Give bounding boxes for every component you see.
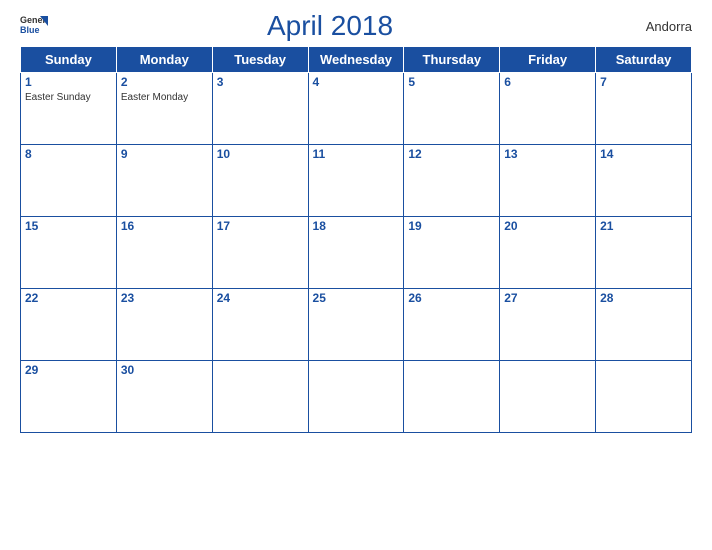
calendar-cell: 10 [212, 145, 308, 217]
calendar-cell: 1 Easter Sunday [21, 73, 117, 145]
day-number: 2 [121, 75, 208, 89]
svg-text:Blue: Blue [20, 25, 40, 35]
day-number: 7 [600, 75, 687, 89]
col-header-thursday: Thursday [404, 47, 500, 73]
calendar-cell [596, 361, 692, 433]
col-header-monday: Monday [116, 47, 212, 73]
day-number: 3 [217, 75, 304, 89]
calendar-cell: 4 [308, 73, 404, 145]
day-number: 13 [504, 147, 591, 161]
day-number: 16 [121, 219, 208, 233]
day-number: 5 [408, 75, 495, 89]
day-number: 9 [121, 147, 208, 161]
calendar-cell: 3 [212, 73, 308, 145]
day-number: 18 [313, 219, 400, 233]
calendar-cell: 12 [404, 145, 500, 217]
calendar-cell: 30 [116, 361, 212, 433]
calendar-cell: 26 [404, 289, 500, 361]
calendar-cell: 21 [596, 217, 692, 289]
logo-icon: General Blue [20, 12, 48, 40]
calendar-cell: 13 [500, 145, 596, 217]
holiday-label: Easter Monday [121, 91, 208, 104]
col-header-wednesday: Wednesday [308, 47, 404, 73]
calendar-cell: 14 [596, 145, 692, 217]
calendar-cell: 5 [404, 73, 500, 145]
calendar-cell [308, 361, 404, 433]
calendar-cell: 2 Easter Monday [116, 73, 212, 145]
calendar-cell [500, 361, 596, 433]
day-number: 29 [25, 363, 112, 377]
calendar-cell: 24 [212, 289, 308, 361]
calendar-cell: 8 [21, 145, 117, 217]
day-number: 12 [408, 147, 495, 161]
col-header-tuesday: Tuesday [212, 47, 308, 73]
calendar-week-3: 15 16 17 18 19 20 21 [21, 217, 692, 289]
day-number: 26 [408, 291, 495, 305]
day-number: 4 [313, 75, 400, 89]
day-number: 14 [600, 147, 687, 161]
day-number: 25 [313, 291, 400, 305]
day-number: 22 [25, 291, 112, 305]
calendar-cell: 28 [596, 289, 692, 361]
calendar-cell: 19 [404, 217, 500, 289]
day-number: 8 [25, 147, 112, 161]
day-number: 6 [504, 75, 591, 89]
col-header-saturday: Saturday [596, 47, 692, 73]
calendar-cell: 7 [596, 73, 692, 145]
day-number: 30 [121, 363, 208, 377]
calendar-cell: 11 [308, 145, 404, 217]
calendar-week-2: 89 10 11 12 13 14 [21, 145, 692, 217]
calendar-cell [404, 361, 500, 433]
calendar-cell: 15 [21, 217, 117, 289]
day-number: 17 [217, 219, 304, 233]
day-number: 10 [217, 147, 304, 161]
calendar-cell: 25 [308, 289, 404, 361]
day-number: 27 [504, 291, 591, 305]
calendar-cell: 23 [116, 289, 212, 361]
calendar-header: General Blue April 2018 Andorra [20, 10, 692, 42]
day-number: 21 [600, 219, 687, 233]
calendar-cell [212, 361, 308, 433]
calendar-week-5: 29 30 [21, 361, 692, 433]
calendar-header-row: SundayMondayTuesdayWednesdayThursdayFrid… [21, 47, 692, 73]
calendar-cell: 20 [500, 217, 596, 289]
day-number: 1 [25, 75, 112, 89]
calendar-cell: 17 [212, 217, 308, 289]
day-number: 24 [217, 291, 304, 305]
day-number: 28 [600, 291, 687, 305]
holiday-label: Easter Sunday [25, 91, 112, 104]
calendar-cell: 29 [21, 361, 117, 433]
col-header-friday: Friday [500, 47, 596, 73]
col-header-sunday: Sunday [21, 47, 117, 73]
day-number: 20 [504, 219, 591, 233]
day-number: 11 [313, 147, 400, 161]
calendar-cell: 22 [21, 289, 117, 361]
day-number: 19 [408, 219, 495, 233]
calendar-cell: 18 [308, 217, 404, 289]
calendar-cell: 6 [500, 73, 596, 145]
country-label: Andorra [612, 19, 692, 34]
logo: General Blue [20, 12, 48, 40]
calendar-table: SundayMondayTuesdayWednesdayThursdayFrid… [20, 46, 692, 433]
calendar-week-1: 1 Easter Sunday 2 Easter Monday 34567 [21, 73, 692, 145]
calendar-week-4: 22 23 24 25 26 27 28 [21, 289, 692, 361]
page-title: April 2018 [48, 10, 612, 42]
calendar-cell: 27 [500, 289, 596, 361]
day-number: 23 [121, 291, 208, 305]
day-number: 15 [25, 219, 112, 233]
calendar-cell: 16 [116, 217, 212, 289]
calendar-cell: 9 [116, 145, 212, 217]
